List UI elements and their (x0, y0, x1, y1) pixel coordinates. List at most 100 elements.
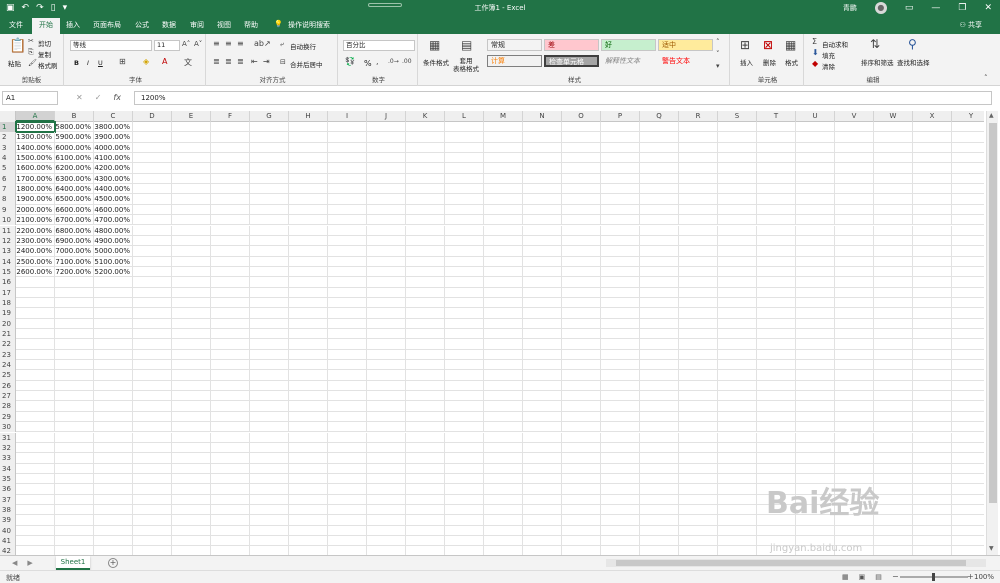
underline-button[interactable]: U (98, 59, 103, 67)
cell-h2[interactable] (289, 132, 328, 143)
style-explanatory[interactable]: 解释性文本 (601, 55, 656, 67)
select-all-corner[interactable] (0, 111, 16, 122)
cell-q4[interactable] (640, 153, 679, 164)
cell-i23[interactable] (328, 349, 367, 361)
cell-m25[interactable] (484, 370, 523, 381)
cell-p11[interactable] (601, 225, 640, 236)
cell-v16[interactable] (835, 277, 874, 288)
cell-a22[interactable] (16, 339, 55, 350)
cell-n10[interactable] (523, 215, 562, 226)
cell-n41[interactable] (523, 536, 562, 547)
cell-l2[interactable] (445, 132, 484, 143)
cell-w19[interactable] (874, 308, 913, 319)
cell-k26[interactable] (406, 380, 445, 392)
cell-u9[interactable] (796, 204, 835, 216)
cell-j3[interactable] (367, 142, 406, 154)
cell-o39[interactable] (562, 515, 601, 526)
cell-y20[interactable] (952, 319, 984, 329)
cell-k31[interactable] (406, 432, 445, 443)
cell-v5[interactable] (835, 163, 874, 174)
cell-r11[interactable] (679, 225, 718, 236)
cell-v14[interactable] (835, 256, 874, 267)
cell-m42[interactable] (484, 546, 523, 555)
cell-x16[interactable] (913, 277, 952, 288)
cell-n11[interactable] (523, 225, 562, 236)
cell-y19[interactable] (952, 308, 984, 318)
cell-k42[interactable] (406, 546, 445, 555)
cell-q34[interactable] (640, 463, 679, 474)
cell-l25[interactable] (445, 370, 484, 381)
row-header[interactable]: 9 (0, 204, 16, 216)
row-header[interactable]: 26 (0, 380, 16, 392)
cell-d1[interactable] (133, 122, 172, 133)
cell-h19[interactable] (289, 308, 328, 319)
cell-f31[interactable] (211, 432, 250, 443)
cell-r32[interactable] (679, 442, 718, 454)
cell-y35[interactable] (952, 474, 984, 484)
cell-d35[interactable] (133, 473, 172, 485)
cell-u22[interactable] (796, 339, 835, 350)
cell-o35[interactable] (562, 473, 601, 485)
cell-o33[interactable] (562, 453, 601, 464)
cell-v13[interactable] (835, 246, 874, 257)
cell-k34[interactable] (406, 463, 445, 474)
cell-u12[interactable] (796, 235, 835, 247)
row-header[interactable]: 33 (0, 453, 16, 464)
percent-style-button[interactable]: % (364, 59, 372, 68)
cell-g27[interactable] (250, 391, 289, 402)
accounting-format-icon[interactable]: 💱 (345, 57, 355, 66)
cell-t30[interactable] (757, 422, 796, 433)
cell-n42[interactable] (523, 546, 562, 555)
cell-p17[interactable] (601, 287, 640, 298)
cell-r10[interactable] (679, 215, 718, 226)
wrap-text-button[interactable]: 自动换行 (290, 41, 316, 51)
cell-a8[interactable]: 1900.00% (16, 194, 55, 205)
tab-view[interactable]: 视图 (217, 20, 231, 30)
cell-o25[interactable] (562, 370, 601, 381)
cell-h5[interactable] (289, 163, 328, 174)
cell-m10[interactable] (484, 215, 523, 226)
cell-u24[interactable] (796, 360, 835, 371)
cell-p5[interactable] (601, 163, 640, 174)
styles-scroll-down-icon[interactable]: ˅ (716, 50, 720, 58)
cell-a7[interactable]: 1800.00% (16, 184, 55, 195)
font-name-select[interactable]: 等线 (70, 40, 152, 51)
column-header-r[interactable]: R (679, 111, 718, 122)
minimize-icon[interactable]: — (931, 3, 940, 13)
cell-d12[interactable] (133, 235, 172, 247)
column-header-q[interactable]: Q (640, 111, 679, 122)
cell-r1[interactable] (679, 122, 718, 133)
cell-p30[interactable] (601, 422, 640, 433)
cell-x17[interactable] (913, 287, 952, 298)
cell-l7[interactable] (445, 184, 484, 195)
cell-q40[interactable] (640, 525, 679, 536)
cell-b5[interactable]: 6200.00% (55, 163, 94, 174)
font-size-select[interactable]: 11 (154, 40, 180, 51)
cell-x37[interactable] (913, 494, 952, 505)
cell-t33[interactable] (757, 453, 796, 464)
cell-q9[interactable] (640, 204, 679, 216)
cell-s9[interactable] (718, 204, 757, 216)
cell-g28[interactable] (250, 401, 289, 412)
cell-u5[interactable] (796, 163, 835, 174)
cell-r34[interactable] (679, 463, 718, 474)
cell-m30[interactable] (484, 422, 523, 433)
cell-o14[interactable] (562, 256, 601, 267)
cell-h32[interactable] (289, 442, 328, 454)
cell-g32[interactable] (250, 442, 289, 454)
cell-l34[interactable] (445, 463, 484, 474)
cell-k8[interactable] (406, 194, 445, 205)
cell-v11[interactable] (835, 225, 874, 236)
cell-j12[interactable] (367, 235, 406, 247)
cell-p2[interactable] (601, 132, 640, 143)
cell-d10[interactable] (133, 215, 172, 226)
cell-g13[interactable] (250, 246, 289, 257)
cell-y13[interactable] (952, 246, 984, 256)
cell-n17[interactable] (523, 287, 562, 298)
cell-b41[interactable] (55, 536, 94, 547)
row-header[interactable]: 37 (0, 494, 16, 505)
cell-k24[interactable] (406, 360, 445, 371)
comma-style-icon[interactable]: , (376, 57, 379, 66)
cell-u21[interactable] (796, 329, 835, 340)
cell-d5[interactable] (133, 163, 172, 174)
